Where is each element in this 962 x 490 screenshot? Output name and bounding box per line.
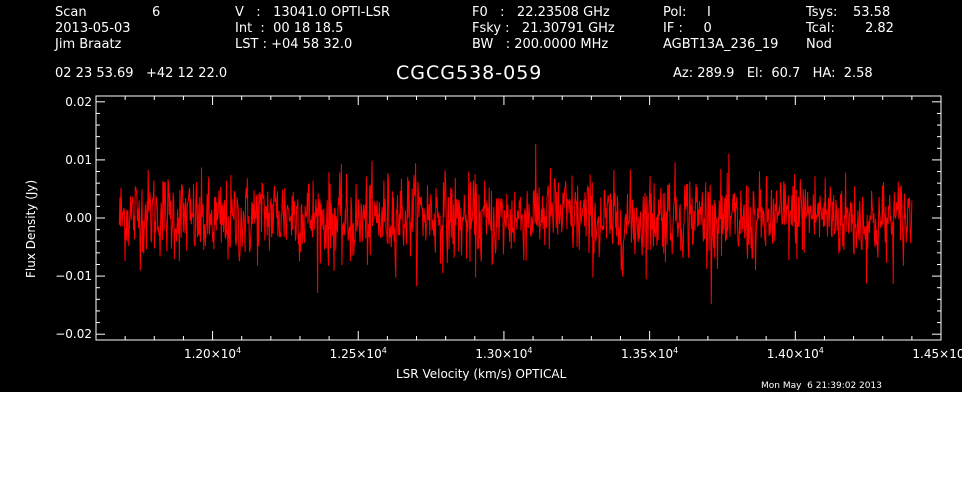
x-axis-title: LSR Velocity (km/s) OPTICAL bbox=[396, 367, 567, 381]
x-tick-label: 1.35×104 bbox=[621, 346, 678, 361]
y-tick-label: 0.01 bbox=[65, 153, 92, 167]
y-tick-labels: 0.02 0.01 0.00 −0.01 −0.02 bbox=[55, 95, 92, 341]
plot-window: Scan 6 2013-05-03 Jim Braatz V : 13041.0… bbox=[0, 0, 962, 392]
x-tick-label: 1.20×104 bbox=[184, 346, 241, 361]
spectrum-chart: 1.20×104 1.25×104 1.30×104 1.35×104 1.40×104… bbox=[24, 95, 962, 381]
y-tick-label: −0.01 bbox=[55, 269, 92, 283]
render-timestamp: Mon May 6 21:39:02 2013 bbox=[761, 381, 882, 391]
y-tick-label: 0.02 bbox=[65, 95, 92, 109]
spectrum-series-line bbox=[118, 143, 913, 305]
y-tick-label: −0.02 bbox=[55, 327, 92, 341]
x-tick-label: 1.25×104 bbox=[330, 346, 387, 361]
x-tick-label: 1.45×104 bbox=[912, 346, 962, 361]
x-tick-label: 1.40×104 bbox=[767, 346, 824, 361]
x-tick-label: 1.30×104 bbox=[475, 346, 532, 361]
y-tick-label: 0.00 bbox=[65, 211, 92, 225]
x-tick-labels: 1.20×104 1.25×104 1.30×104 1.35×104 1.40×104… bbox=[184, 346, 962, 361]
y-axis-title: Flux Density (Jy) bbox=[24, 180, 38, 278]
